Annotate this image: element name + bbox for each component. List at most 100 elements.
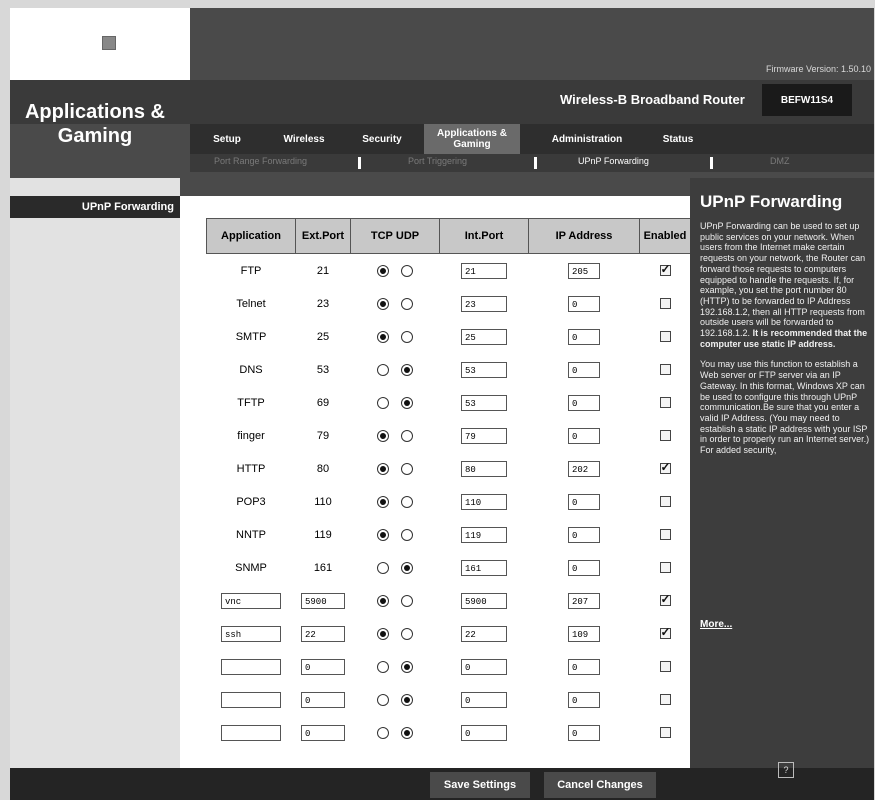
ip-address-input[interactable]: 0 [568,361,600,378]
udp-radio[interactable] [400,330,413,343]
udp-radio[interactable] [400,594,413,607]
ext-port-input[interactable]: 0 [301,724,345,741]
int-port-input[interactable]: 22 [461,625,507,642]
udp-radio[interactable] [400,495,413,508]
enabled-checkbox[interactable] [659,331,671,343]
int-port-input[interactable]: 5900 [461,592,507,609]
udp-radio[interactable] [400,627,413,640]
ip-address-input[interactable]: 0 [568,328,600,345]
enabled-checkbox[interactable] [659,460,671,475]
application-name-input[interactable] [221,724,281,741]
application-name-input[interactable] [221,691,281,708]
subtab-dmz[interactable]: DMZ [770,156,790,166]
int-port-input[interactable]: 79 [461,427,507,444]
tab-setup[interactable]: Setup [204,124,250,154]
enabled-checkbox[interactable] [659,661,671,673]
int-port-input[interactable]: 23 [461,295,507,312]
udp-radio[interactable] [400,264,413,277]
udp-radio[interactable] [400,363,413,376]
tcp-radio[interactable] [377,561,390,574]
int-port-input[interactable]: 0 [461,691,507,708]
ip-address-input[interactable]: 109 [568,625,600,642]
int-port-input[interactable]: 53 [461,394,507,411]
int-port-input[interactable]: 80 [461,460,507,477]
tab-wireless[interactable]: Wireless [274,124,334,154]
ip-address-input[interactable]: 0 [568,427,600,444]
tcp-radio[interactable] [377,297,390,310]
int-port-input[interactable]: 119 [461,526,507,543]
tcp-radio[interactable] [377,429,390,442]
tab-administration[interactable]: Administration [540,124,634,154]
application-name-input[interactable] [221,658,281,675]
ext-port-input[interactable]: 0 [301,658,345,675]
subtab-port-range-forwarding[interactable]: Port Range Forwarding [214,156,307,166]
int-port-input[interactable]: 0 [461,658,507,675]
enabled-checkbox[interactable] [659,397,671,409]
udp-radio[interactable] [400,297,413,310]
int-port-input[interactable]: 25 [461,328,507,345]
enabled-checkbox[interactable] [659,529,671,541]
enabled-checkbox[interactable] [659,562,671,574]
tcp-radio[interactable] [377,363,390,376]
enabled-checkbox[interactable] [659,625,671,640]
ext-port-input[interactable]: 0 [301,691,345,708]
subtab-port-triggering[interactable]: Port Triggering [408,156,467,166]
ip-address-input[interactable]: 0 [568,559,600,576]
enabled-checkbox[interactable] [659,496,671,508]
tcp-radio[interactable] [377,726,390,739]
help-icon[interactable]: ? [778,762,794,778]
ext-port-input[interactable]: 5900 [301,592,345,609]
tcp-radio[interactable] [377,660,390,673]
ip-address-input[interactable]: 0 [568,526,600,543]
enabled-checkbox[interactable] [659,262,671,277]
tcp-radio[interactable] [377,396,390,409]
udp-radio[interactable] [400,429,413,442]
application-name-input[interactable]: vnc [221,592,281,609]
ip-address-input[interactable]: 205 [568,262,600,279]
int-port-input[interactable]: 53 [461,361,507,378]
tcp-radio[interactable] [377,495,390,508]
int-port-input[interactable]: 0 [461,724,507,741]
save-settings-button[interactable]: Save Settings [430,772,530,798]
ip-address-input[interactable]: 202 [568,460,600,477]
ip-address-input[interactable]: 0 [568,691,600,708]
tcp-radio[interactable] [377,462,390,475]
enabled-checkbox[interactable] [659,694,671,706]
ext-port-input[interactable]: 22 [301,625,345,642]
tab-security[interactable]: Security [354,124,410,154]
udp-radio[interactable] [400,693,413,706]
enabled-checkbox[interactable] [659,592,671,607]
subtab-upnp-forwarding[interactable]: UPnP Forwarding [578,156,649,166]
udp-radio[interactable] [400,396,413,409]
enabled-checkbox[interactable] [659,364,671,376]
int-port-input[interactable]: 161 [461,559,507,576]
tcp-radio[interactable] [377,528,390,541]
enabled-checkbox[interactable] [659,430,671,442]
int-port-input[interactable]: 21 [461,262,507,279]
ip-address-input[interactable]: 0 [568,493,600,510]
udp-radio[interactable] [400,660,413,673]
ip-address-input[interactable]: 0 [568,724,600,741]
cell-protocol [351,650,440,683]
tcp-radio[interactable] [377,627,390,640]
tcp-radio[interactable] [377,594,390,607]
udp-radio[interactable] [400,462,413,475]
udp-radio[interactable] [400,528,413,541]
tab-status[interactable]: Status [656,124,700,154]
more-link[interactable]: More... [700,619,732,630]
tcp-radio[interactable] [377,693,390,706]
udp-radio[interactable] [400,726,413,739]
cancel-changes-button[interactable]: Cancel Changes [544,772,656,798]
udp-radio[interactable] [400,561,413,574]
int-port-input[interactable]: 110 [461,493,507,510]
application-name-input[interactable]: ssh [221,625,281,642]
tab-applications-gaming[interactable]: Applications & Gaming [424,124,520,154]
tcp-radio[interactable] [377,330,390,343]
ip-address-input[interactable]: 0 [568,394,600,411]
ip-address-input[interactable]: 0 [568,658,600,675]
enabled-checkbox[interactable] [659,298,671,310]
tcp-radio[interactable] [377,264,390,277]
ip-address-input[interactable]: 207 [568,592,600,609]
enabled-checkbox[interactable] [659,727,671,739]
ip-address-input[interactable]: 0 [568,295,600,312]
